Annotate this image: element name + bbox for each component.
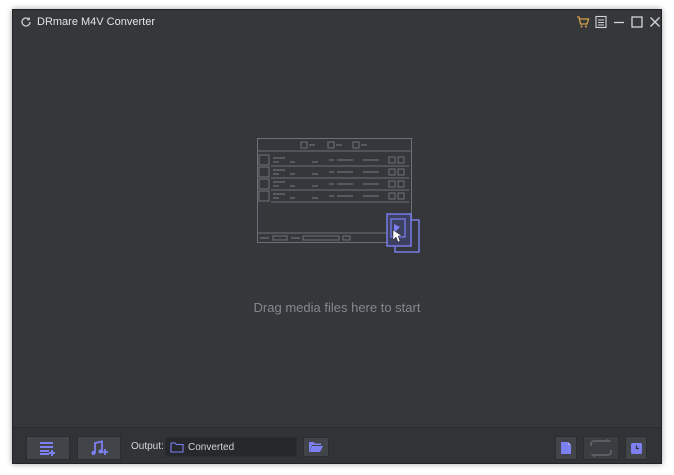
window-title: DRmare M4V Converter [37, 16, 155, 28]
browse-output-button[interactable] [303, 437, 329, 457]
output-path-field[interactable]: Converted [165, 437, 297, 457]
minimize-icon[interactable] [612, 15, 626, 29]
folder-icon [170, 442, 184, 453]
convert-icon [590, 439, 612, 457]
history-icon [630, 442, 642, 454]
add-files-icon [40, 442, 55, 456]
format-file-icon [561, 442, 571, 454]
history-button[interactable] [625, 436, 647, 460]
format-button[interactable] [555, 436, 577, 460]
menu-list-icon[interactable] [594, 15, 608, 29]
media-files-icon [386, 213, 420, 253]
output-path-value: Converted [188, 441, 235, 453]
drop-hint-text: Drag media files here to start [253, 300, 421, 315]
add-audio-icon [91, 440, 108, 455]
add-audio-button[interactable] [77, 436, 121, 460]
drop-zone[interactable]: Drag media files here to start [13, 35, 661, 427]
title-bar: DRmare M4V Converter [13, 10, 661, 35]
add-files-button[interactable] [26, 436, 70, 460]
cart-icon[interactable] [576, 15, 590, 29]
refresh-circle-icon [21, 17, 31, 27]
close-icon[interactable] [648, 15, 662, 29]
output-label: Output: [131, 441, 164, 452]
bottom-toolbar: Output: Converted [13, 427, 661, 463]
convert-button[interactable] [583, 436, 619, 460]
app-window: DRmare M4V Converter Drag media files he… [12, 9, 662, 464]
maximize-icon[interactable] [630, 15, 644, 29]
open-folder-icon [309, 442, 323, 452]
drop-illustration [257, 138, 420, 253]
